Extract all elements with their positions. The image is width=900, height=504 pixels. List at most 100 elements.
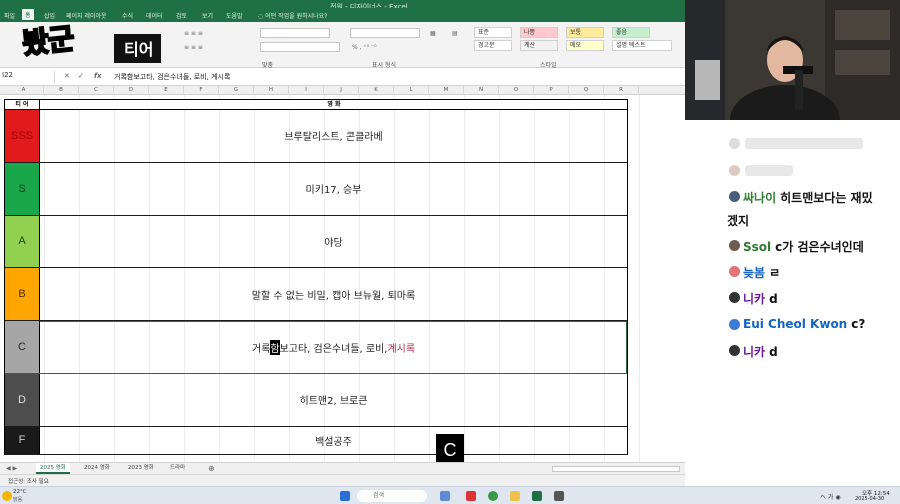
tier-label[interactable]: C bbox=[5, 321, 40, 373]
style-note[interactable]: 메모 bbox=[566, 40, 604, 51]
taskbar-search[interactable]: 검색 bbox=[357, 490, 427, 502]
tier-movies[interactable]: 히트맨2, 브로큰 bbox=[40, 374, 627, 426]
style-bad[interactable]: 나쁨 bbox=[520, 27, 558, 38]
column-header[interactable]: B bbox=[44, 86, 79, 95]
column-header[interactable]: D bbox=[114, 86, 149, 95]
chat-message-continued: 겠지 bbox=[727, 212, 749, 229]
number-format-select[interactable] bbox=[350, 28, 420, 38]
chat-nick[interactable]: 니카 bbox=[743, 292, 765, 306]
column-header[interactable]: J bbox=[324, 86, 359, 95]
tier-movies[interactable]: 백설공주 bbox=[40, 427, 627, 454]
style-explanatory[interactable]: 설명 텍스트 bbox=[612, 40, 672, 51]
conditional-format-icon[interactable]: ▦ bbox=[430, 30, 436, 37]
prev-sheet-icon[interactable]: ◀ ▶ bbox=[6, 465, 17, 472]
percent-icon[interactable]: % , ⁺⁰ ⁻⁰ bbox=[352, 44, 376, 51]
header-tier[interactable]: 티 어 bbox=[5, 100, 40, 109]
style-normal[interactable]: 표준 bbox=[474, 27, 512, 38]
name-box[interactable]: I22 bbox=[0, 71, 55, 83]
weather-icon[interactable] bbox=[2, 491, 12, 501]
chat-nick[interactable]: Ssol bbox=[743, 240, 771, 254]
column-header[interactable]: H bbox=[254, 86, 289, 95]
tier-label[interactable]: D bbox=[5, 373, 40, 426]
chat-nick[interactable]: 니카 bbox=[743, 345, 765, 359]
tier-movies[interactable]: 미키17, 승부 bbox=[40, 163, 627, 215]
runner-icon bbox=[729, 266, 740, 277]
tab-view[interactable]: 보기 bbox=[202, 11, 213, 20]
align-left-icon[interactable]: ≡ ≡ ≡ bbox=[184, 44, 203, 51]
folder-icon[interactable] bbox=[510, 491, 520, 501]
style-neutral[interactable]: 보통 bbox=[566, 27, 604, 38]
style-calc[interactable]: 계산 bbox=[520, 40, 558, 51]
tell-me-text: 어떤 작업을 원하시나요? bbox=[265, 13, 328, 20]
header-movie[interactable]: 영 화 bbox=[40, 100, 628, 109]
sheet-tab-2024[interactable]: 2024 영화 bbox=[80, 463, 114, 474]
column-header[interactable]: R bbox=[604, 86, 639, 95]
tell-me-search[interactable]: ◌ 어떤 작업을 원하시나요? bbox=[258, 11, 327, 20]
column-header[interactable]: G bbox=[219, 86, 254, 95]
cancel-icon[interactable]: ✕ bbox=[64, 72, 70, 80]
sheet-tab-2023[interactable]: 2023 영화 bbox=[124, 463, 158, 474]
formula-input[interactable]: 거록함보고타, 검은수녀들, 로비, 계시록 bbox=[114, 72, 230, 82]
chat-nick[interactable]: 늦봄 bbox=[743, 266, 765, 280]
column-headers: ABCDEFGHIJKLMNOPQR bbox=[0, 86, 685, 95]
wrap-text-box[interactable] bbox=[260, 28, 330, 38]
chrome-icon[interactable] bbox=[488, 491, 498, 501]
column-header[interactable]: P bbox=[534, 86, 569, 95]
merge-center-box[interactable] bbox=[260, 42, 340, 52]
movie-text: 보고타, 검은수녀들, 로비, bbox=[279, 343, 388, 355]
chat-nick[interactable]: 싸나이 bbox=[743, 191, 776, 205]
column-header[interactable]: A bbox=[4, 86, 44, 95]
chat-text: 히트맨보다는 재밌 bbox=[780, 191, 873, 205]
column-header[interactable]: Q bbox=[569, 86, 604, 95]
worksheet[interactable]: ABCDEFGHIJKLMNOPQR 티 어 영 화 SSS 브루탈리스트, 콘… bbox=[0, 86, 685, 462]
sheet-tab-2025[interactable]: 2025 영화 bbox=[36, 463, 70, 474]
chat-message: 늦봄 ㄹ bbox=[743, 264, 780, 281]
add-sheet-icon[interactable]: ⊕ bbox=[208, 464, 215, 473]
column-header[interactable]: N bbox=[464, 86, 499, 95]
app-icon[interactable] bbox=[466, 491, 476, 501]
tier-movies[interactable]: 야당 bbox=[40, 216, 627, 268]
tier-row-sss: SSS 브루탈리스트, 콘클라베 bbox=[5, 110, 627, 163]
column-header[interactable]: C bbox=[79, 86, 114, 95]
accessibility-status[interactable]: 접근성: 조사 필요 bbox=[8, 477, 49, 485]
sheet-tab-drama[interactable]: 드라마 bbox=[166, 463, 189, 474]
function-icon[interactable]: fx bbox=[94, 72, 102, 80]
excel-icon[interactable] bbox=[532, 491, 542, 501]
tier-table: SSS 브루탈리스트, 콘클라베 S 미키17, 승부 A 야당 B 말할 수 … bbox=[4, 110, 628, 455]
tier-movies-editing[interactable]: 거록 함 보고타, 검은수녀들, 로비, 계시록 bbox=[40, 321, 627, 373]
align-top-icon[interactable]: ≡ ≡ ≡ bbox=[184, 30, 203, 37]
tier-movies[interactable]: 말할 수 없는 비밀, 캡아 브뉴월, 퇴마록 bbox=[40, 268, 627, 320]
weather-temp: 22°C bbox=[13, 489, 27, 495]
confirm-icon[interactable]: ✓ bbox=[78, 72, 84, 80]
column-header[interactable]: K bbox=[359, 86, 394, 95]
tray-icons[interactable]: ヘ 가 ◉ bbox=[820, 492, 841, 501]
horizontal-scrollbar[interactable] bbox=[552, 466, 680, 472]
column-header[interactable]: M bbox=[429, 86, 464, 95]
clock-date: 2025-04-30 bbox=[855, 496, 885, 502]
column-header[interactable]: O bbox=[499, 86, 534, 95]
tab-help[interactable]: 도움말 bbox=[226, 11, 243, 20]
column-header[interactable]: I bbox=[289, 86, 324, 95]
tab-review[interactable]: 검토 bbox=[176, 11, 187, 20]
start-icon[interactable] bbox=[340, 491, 350, 501]
format-as-table-icon[interactable]: ▤ bbox=[452, 30, 458, 37]
app-icon-2[interactable] bbox=[554, 491, 564, 501]
faded-chat-message bbox=[745, 138, 863, 149]
avatar bbox=[729, 240, 740, 251]
tier-label[interactable]: B bbox=[5, 268, 40, 321]
tier-label[interactable]: SSS bbox=[5, 110, 40, 162]
chat-nick[interactable]: Eui Cheol Kwon bbox=[743, 317, 847, 331]
tier-label[interactable]: S bbox=[5, 162, 40, 215]
avatar bbox=[729, 292, 740, 303]
column-header[interactable]: F bbox=[184, 86, 219, 95]
column-header[interactable]: L bbox=[394, 86, 429, 95]
chat-message: Ssol c가 검은수녀인데 bbox=[743, 238, 864, 255]
column-header[interactable]: E bbox=[149, 86, 184, 95]
tier-label[interactable]: F bbox=[5, 426, 40, 454]
tier-label[interactable]: A bbox=[5, 215, 40, 268]
avatar bbox=[729, 345, 740, 356]
style-warning[interactable]: 경고문 bbox=[474, 40, 512, 51]
style-good[interactable]: 좋음 bbox=[612, 27, 650, 38]
tier-movies[interactable]: 브루탈리스트, 콘클라베 bbox=[40, 110, 627, 162]
task-view-icon[interactable] bbox=[440, 491, 450, 501]
